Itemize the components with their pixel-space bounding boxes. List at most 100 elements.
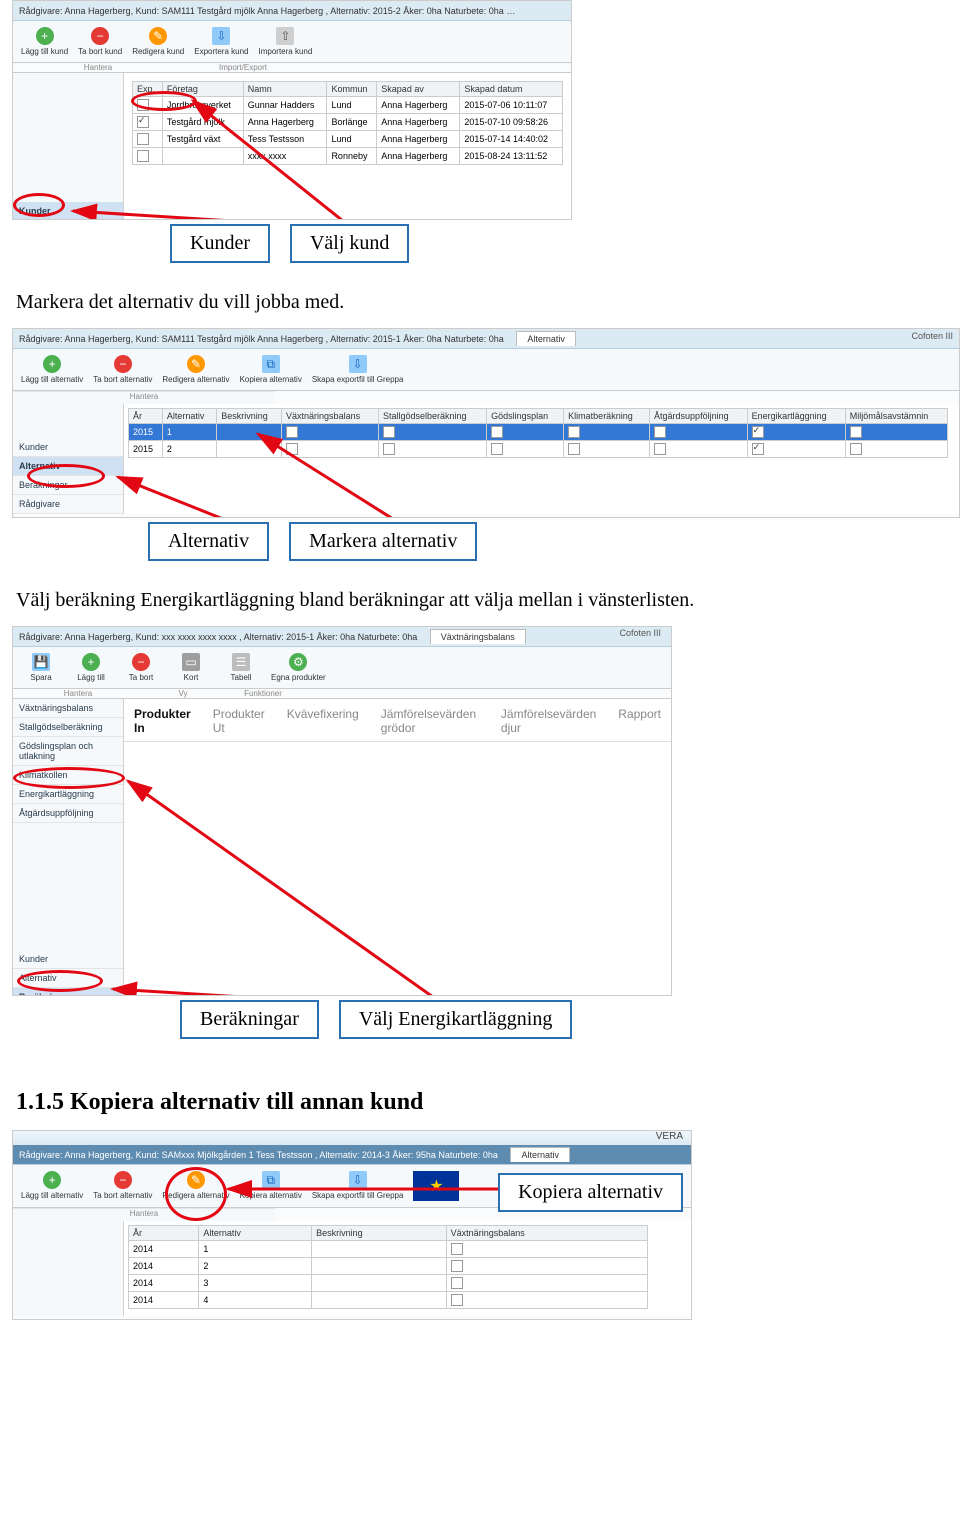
import-icon: ⇧ xyxy=(276,27,294,45)
plus-icon: + xyxy=(36,27,54,45)
add-alternative-button[interactable]: +Lägg till alternativ xyxy=(21,355,83,384)
edit-customer-button[interactable]: ✎Redigera kund xyxy=(132,27,184,56)
callout-alternativ: Alternativ xyxy=(148,522,269,561)
col-beskrivning: Beskrivning xyxy=(217,409,282,424)
pencil-icon: ✎ xyxy=(149,27,167,45)
callout-kopiera-alternativ: Kopiera alternativ xyxy=(498,1173,683,1212)
minus-icon: − xyxy=(114,1171,132,1189)
add-alternative-button[interactable]: +Lägg till alternativ xyxy=(21,1171,83,1201)
col-ar: År xyxy=(129,409,163,424)
callout-valj-kund: Välj kund xyxy=(290,224,409,263)
col-kommun: Kommun xyxy=(327,82,377,97)
delete-alternative-button[interactable]: −Ta bort alternativ xyxy=(93,1171,152,1201)
table-row[interactable]: Testgård växtTess TestssonLundAnna Hager… xyxy=(133,131,563,148)
delete-customer-button[interactable]: −Ta bort kund xyxy=(78,27,122,56)
sidebar-item-atgard[interactable]: Åtgärdsuppföljning xyxy=(13,804,123,823)
col-vaxt: Växtnäringsbalans xyxy=(446,1226,647,1241)
callout-kunder: Kunder xyxy=(170,224,270,263)
tab-alternativ[interactable]: Alternativ xyxy=(516,331,576,346)
sidebar-item-godsel[interactable]: Gödslingsplan och utlakning xyxy=(13,737,123,766)
alternatives-table[interactable]: År Alternativ Beskrivning Växtnäringsbal… xyxy=(128,408,948,458)
ribbon: +Lägg till alternativ −Ta bort alternati… xyxy=(13,349,959,391)
highlight-circle-row xyxy=(131,91,197,111)
callout-markera-alternativ: Markera alternativ xyxy=(289,522,477,561)
col-alternativ: Alternativ xyxy=(162,409,216,424)
subtab-kvavefixering[interactable]: Kvävefixering xyxy=(287,707,359,735)
highlight-circle-kunder xyxy=(13,193,65,217)
app-title: VERA xyxy=(13,1131,691,1145)
customers-table[interactable]: Exp. Företag Namn Kommun Skapad av Skapa… xyxy=(132,81,563,165)
col-atgard: Åtgärdsuppföljning xyxy=(650,409,748,424)
heading-kopiera: 1.1.5 Kopiera alternativ till annan kund xyxy=(16,1089,960,1116)
sidebar-item-vaxt[interactable]: Växtnäringsbalans xyxy=(13,699,123,718)
subtab-produkter-in[interactable]: Produkter In xyxy=(134,707,191,735)
minus-icon: − xyxy=(114,355,132,373)
col-klimat: Klimatberäkning xyxy=(564,409,650,424)
table-row[interactable]: JordbruksverketGunnar HaddersLundAnna Ha… xyxy=(133,97,563,114)
table-row[interactable]: xxxx xxxxRonnebyAnna Hagerberg2015-08-24… xyxy=(133,148,563,165)
subtab-jamf-djur[interactable]: Jämförelsevärden djur xyxy=(501,707,596,735)
delete-button[interactable]: −Ta bort xyxy=(121,653,161,682)
save-button[interactable]: 💾Spara xyxy=(21,653,61,682)
screenshot-alternativ: Rådgivare: Anna Hagerberg, Kund: SAM111 … xyxy=(12,328,960,518)
subtab-jamf-grodor[interactable]: Jämförelsevärden grödor xyxy=(381,707,479,735)
breadcrumb-text: Rådgivare: Anna Hagerberg, Kund: SAM111 … xyxy=(19,334,504,344)
ribbon: 💾Spara +Lägg till −Ta bort ▭Kort ☰Tabell… xyxy=(13,647,671,689)
ribbon-group-hantera: Hantera xyxy=(13,1208,275,1221)
col-skapad-av: Skapad av xyxy=(377,82,460,97)
card-icon: ▭ xyxy=(182,653,200,671)
sidebar-item-stall[interactable]: Stallgödselberäkning xyxy=(13,718,123,737)
table-row[interactable]: Testgård mjölkAnna HagerbergBorlängeAnna… xyxy=(133,114,563,131)
eu-flag-icon: ★ xyxy=(413,1171,459,1201)
ribbon-group-vy: Vy xyxy=(143,689,223,698)
sidebar-item-radgivare[interactable]: Rådgivare xyxy=(13,495,123,514)
export-greppa-button[interactable]: ⇩Skapa exportfil till Greppa xyxy=(312,1171,404,1201)
add-button[interactable]: +Lägg till xyxy=(71,653,111,682)
paragraph: Markera det alternativ du vill jobba med… xyxy=(16,291,960,314)
table-row[interactable]: 20143 xyxy=(129,1275,648,1292)
own-products-button[interactable]: ⚙Egna produkter xyxy=(271,653,326,682)
sidebar-item-kunder[interactable]: Kunder xyxy=(13,438,123,457)
add-customer-button[interactable]: +Lägg till kund xyxy=(21,27,68,56)
breadcrumb-text: Rådgivare: Anna Hagerberg, Kund: SAM111 … xyxy=(19,6,504,16)
copy-alternative-button[interactable]: ⧉Kopiera alternativ xyxy=(240,355,302,384)
highlight-circle-alternativ xyxy=(27,464,105,488)
table-row[interactable]: 20152 xyxy=(129,441,948,458)
table-row[interactable]: 20144 xyxy=(129,1292,648,1309)
plus-icon: + xyxy=(43,1171,61,1189)
screenshot-kopiera: VERA Rådgivare: Anna Hagerberg, Kund: SA… xyxy=(12,1130,692,1320)
ribbon-group-importexport: Import/Export xyxy=(183,63,303,72)
ribbon-group-hantera: Hantera xyxy=(13,391,275,404)
highlight-circle-berakningar xyxy=(17,970,103,992)
highlight-circle-kopiera xyxy=(165,1167,227,1221)
breadcrumb: Rådgivare: Anna Hagerberg, Kund: SAM111 … xyxy=(13,329,959,349)
copy-icon: ⧉ xyxy=(262,355,280,373)
export-icon: ⇩ xyxy=(212,27,230,45)
delete-alternative-button[interactable]: −Ta bort alternativ xyxy=(93,355,152,384)
subtab-rapport[interactable]: Rapport xyxy=(618,707,661,735)
tab-vaxtnaring[interactable]: Växtnäringsbalans xyxy=(430,629,526,644)
table-row[interactable]: 20141 xyxy=(129,1241,648,1258)
screenshot-berakningar: Rådgivare: Anna Hagerberg, Kund: xxx xxx… xyxy=(12,626,672,996)
table-row[interactable]: 20142 xyxy=(129,1258,648,1275)
export-customer-button[interactable]: ⇩Exportera kund xyxy=(194,27,248,56)
copy-alternative-button[interactable]: ⧉Kopiera alternativ xyxy=(240,1171,302,1201)
import-customer-button[interactable]: ⇧Importera kund xyxy=(259,27,313,56)
col-miljo: Miljömålsavstämnin xyxy=(845,409,947,424)
export-icon: ⇩ xyxy=(349,1171,367,1189)
table-view-button[interactable]: ☰Tabell xyxy=(221,653,261,682)
card-view-button[interactable]: ▭Kort xyxy=(171,653,211,682)
alternatives-table[interactable]: År Alternativ Beskrivning Växtnäringsbal… xyxy=(128,1225,648,1309)
app-title: Cofoten III xyxy=(619,628,661,638)
sub-tabs: Produkter In Produkter Ut Kvävefixering … xyxy=(124,699,671,742)
edit-alternative-button[interactable]: ✎Redigera alternativ xyxy=(162,355,229,384)
col-skapad-datum: Skapad datum xyxy=(460,82,563,97)
export-greppa-button[interactable]: ⇩Skapa exportfil till Greppa xyxy=(312,355,404,384)
tab-alternativ[interactable]: Alternativ xyxy=(510,1147,570,1162)
tab-kunder[interactable]: Kunder xyxy=(516,3,567,18)
subtab-produkter-ut[interactable]: Produkter Ut xyxy=(213,707,265,735)
table-row[interactable]: 20151 xyxy=(129,424,948,441)
sidebar-item-kunder[interactable]: Kunder xyxy=(13,950,123,969)
col-godsel: Gödslingsplan xyxy=(487,409,564,424)
callout-berakningar: Beräkningar xyxy=(180,1000,319,1039)
